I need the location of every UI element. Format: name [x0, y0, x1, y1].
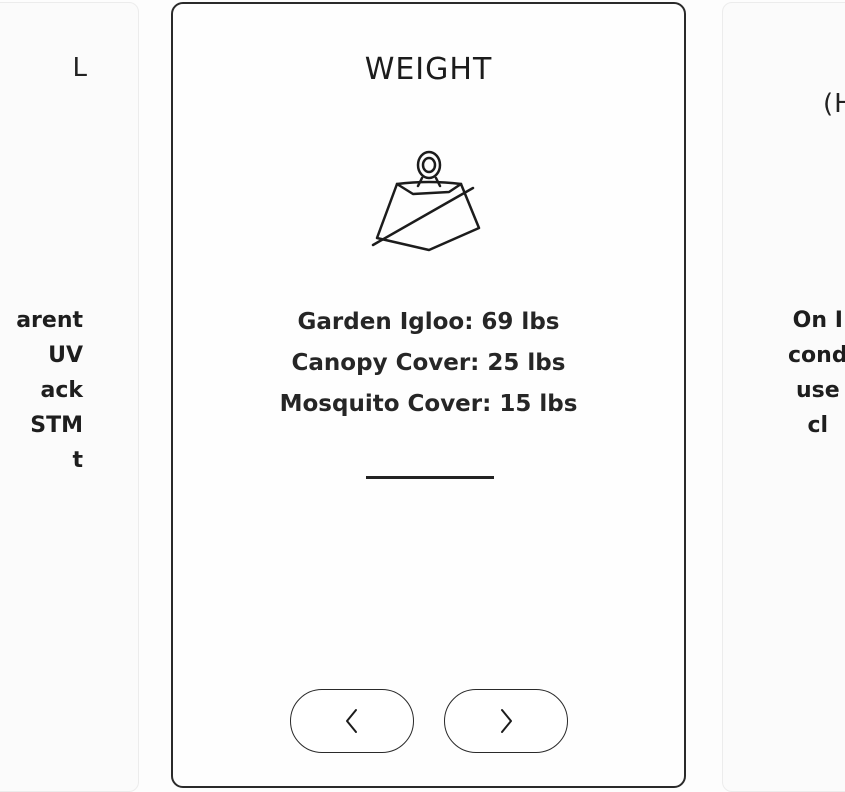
weight-item: Garden Igloo: 69 lbs	[297, 309, 560, 335]
card-next-info[interactable]: (H On I cond use cl	[722, 2, 845, 792]
weight-item: Mosquito Cover: 15 lbs	[279, 391, 578, 417]
divider	[366, 476, 494, 479]
card-title: WEIGHT	[364, 52, 493, 87]
card-line: t	[72, 448, 83, 473]
chevron-left-icon	[346, 709, 357, 733]
card-line: STM	[30, 413, 83, 438]
card-previous-material[interactable]: L arent UV ack STM t	[0, 2, 139, 792]
card-description: arent UV ack STM t	[16, 303, 83, 478]
card-line: cl	[807, 413, 829, 438]
card-line: UV	[48, 343, 83, 368]
card-title: (H	[823, 89, 845, 119]
card-line: arent	[16, 308, 83, 333]
weight-list: Garden Igloo: 69 lbs Canopy Cover: 25 lb…	[173, 302, 684, 425]
card-line: cond	[788, 343, 845, 368]
card-line: use	[795, 378, 840, 403]
previous-button[interactable]	[290, 689, 414, 753]
card-line: On I	[792, 308, 843, 333]
card-weight: WEIGHT Garden Igloo: 69 lbs Canopy Cover…	[171, 2, 686, 788]
card-description: On I cond use cl	[788, 303, 845, 443]
card-line: ack	[40, 378, 83, 403]
weight-icon	[371, 150, 481, 252]
carousel: L arent UV ack STM t WEIGHT Garden Igloo…	[0, 0, 845, 792]
card-title: L	[72, 53, 88, 83]
chevron-right-icon	[501, 709, 512, 733]
weight-item: Canopy Cover: 25 lbs	[291, 350, 566, 376]
next-button[interactable]	[444, 689, 568, 753]
